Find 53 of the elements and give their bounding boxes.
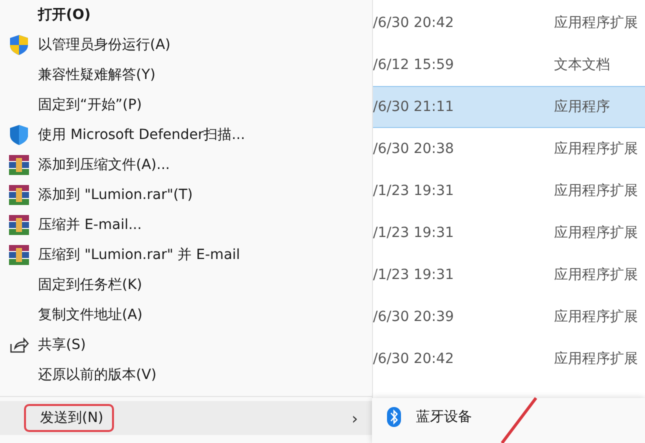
- type-cell: 应用程序扩展: [554, 350, 638, 368]
- date-cell-text: /6/30 20:38: [373, 141, 455, 157]
- archive-icon: [8, 214, 30, 236]
- menu-item[interactable]: 共享(S): [38, 336, 86, 354]
- date-cell-text: /6/30 20:39: [373, 309, 455, 325]
- date-cell-text: /1/23 19:31: [373, 183, 455, 199]
- file-row[interactable]: /6/12 15:59 文本文档: [373, 44, 645, 86]
- file-row[interactable]: /6/30 20:42 应用程序扩展: [373, 338, 645, 380]
- file-row[interactable]: /6/30 20:39 应用程序扩展: [373, 296, 645, 338]
- type-cell: 应用程序: [554, 98, 610, 116]
- file-row[interactable]: /1/23 19:31 应用程序扩展: [373, 254, 645, 296]
- type-cell: 应用程序扩展: [554, 266, 638, 284]
- menu-item[interactable]: 使用 Microsoft Defender扫描...: [38, 126, 246, 144]
- date-cell-text: /6/30 21:11: [373, 99, 455, 115]
- date-cell-text: /6/30 20:42: [373, 351, 455, 367]
- menu-item[interactable]: 添加到 "Lumion.rar"(T): [38, 186, 193, 204]
- shield-icon: [9, 34, 29, 56]
- file-row[interactable]: /6/30 20:38 应用程序扩展: [373, 128, 645, 170]
- type-cell: 应用程序扩展: [554, 224, 638, 242]
- archive-icon: [8, 244, 30, 266]
- annotated-label: 发送到(N): [24, 404, 114, 432]
- menu-item[interactable]: 固定到“开始”(P): [38, 96, 142, 114]
- menu-item[interactable]: 以管理员身份运行(A): [38, 36, 171, 54]
- menu-item[interactable]: 固定到任务栏(K): [38, 276, 142, 294]
- archive-icon: [8, 184, 30, 206]
- file-row[interactable]: /1/23 19:31 应用程序扩展: [373, 212, 645, 254]
- type-cell: 应用程序扩展: [554, 182, 638, 200]
- menu-item[interactable]: 兼容性疑难解答(Y): [38, 66, 156, 84]
- menu-item[interactable]: 还原以前的版本(V): [38, 366, 157, 384]
- file-row[interactable]: /6/30 21:11 应用程序: [373, 86, 645, 128]
- file-row[interactable]: /1/23 19:31 应用程序扩展: [373, 170, 645, 212]
- date-cell-text: /1/23 19:31: [373, 267, 455, 283]
- type-cell: 应用程序扩展: [554, 140, 638, 158]
- menu-item[interactable]: 压缩并 E-mail...: [38, 216, 142, 234]
- file-row[interactable]: /6/30 20:42 应用程序扩展: [373, 2, 645, 44]
- date-cell-text: /1/23 19:31: [373, 225, 455, 241]
- bluetooth-icon: [387, 407, 401, 427]
- menu-item[interactable]: 添加到压缩文件(A)...: [38, 156, 170, 174]
- submenu-item[interactable]: 蓝牙设备: [416, 408, 472, 426]
- submenu-arrow: ›: [352, 408, 358, 428]
- menu-item[interactable]: 打开(O): [38, 6, 91, 24]
- type-cell: 应用程序扩展: [554, 14, 638, 32]
- archive-icon: [8, 154, 30, 176]
- date-cell-text: /6/30 20:42: [373, 15, 455, 31]
- type-cell: 文本文档: [554, 56, 610, 74]
- menu-item[interactable]: 压缩到 "Lumion.rar" 并 E-mail: [38, 246, 240, 264]
- share-icon: [9, 336, 29, 354]
- shield-icon: [9, 124, 29, 146]
- annotation-line: [500, 396, 538, 443]
- menu-item[interactable]: 复制文件地址(A): [38, 306, 143, 324]
- send-to-menu-item[interactable]: 发送到(N) ›: [0, 401, 372, 435]
- type-cell: 应用程序扩展: [554, 308, 638, 326]
- date-cell-text: /6/12 15:59: [373, 57, 455, 73]
